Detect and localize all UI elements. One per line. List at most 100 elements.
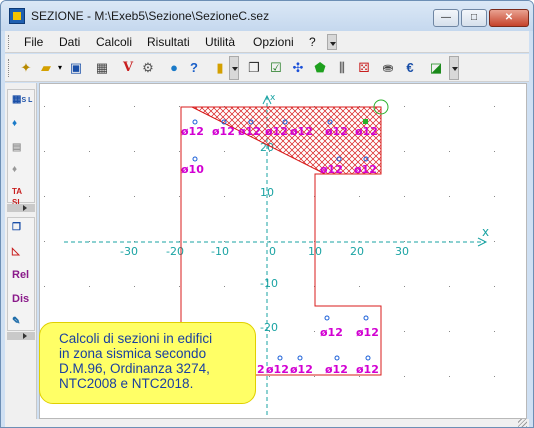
x-tick-neg30: -30 <box>120 245 138 258</box>
x-axis-label: x <box>482 225 489 239</box>
menu-dati-label: Dati <box>59 35 81 49</box>
menu-calcoli-label: Calcoli <box>96 35 133 49</box>
sidebar-group-2: ❐ ◺ Rel Dis ✎ <box>7 217 35 331</box>
resize-grip-icon[interactable] <box>518 419 527 427</box>
ruler-icon[interactable]: ▮ <box>211 59 229 77</box>
sidebar-group-2-expand[interactable] <box>7 332 35 340</box>
grid-dot <box>494 106 495 107</box>
grid-dot <box>449 286 450 287</box>
grid-dot <box>224 196 225 197</box>
euro-icon[interactable]: € <box>401 59 419 77</box>
open-folder-icon[interactable]: ▰ <box>37 59 55 77</box>
grid-dot <box>179 196 180 197</box>
rebar-marker[interactable] <box>192 119 198 125</box>
menu-dati[interactable]: Dati <box>59 35 80 49</box>
menu-utilita-label: Utilità <box>205 35 236 49</box>
rebar-label: ø12 <box>290 363 313 376</box>
close-button[interactable]: ✕ <box>489 9 529 27</box>
rebar-marker[interactable] <box>334 355 340 361</box>
rel-button[interactable]: Rel <box>12 270 34 292</box>
polygon-icon[interactable]: ⬟ <box>311 59 329 77</box>
sheets-icon[interactable]: ❐ <box>12 222 34 244</box>
bucket-icon[interactable]: ◺ <box>12 246 34 268</box>
menu-grip[interactable] <box>8 35 11 49</box>
grid-dot <box>44 196 45 197</box>
bars-icon[interactable]: ⫼ <box>333 59 351 77</box>
minimize-button[interactable]: — <box>433 9 459 27</box>
grid-dot <box>359 196 360 197</box>
dice-icon[interactable]: ⚄ <box>355 59 373 77</box>
globe-icon[interactable]: ● <box>165 59 183 77</box>
grid-dot <box>44 106 45 107</box>
grid-dot <box>179 106 180 107</box>
grid-dot <box>44 286 45 287</box>
save-icon[interactable]: ▣ <box>67 59 85 77</box>
grid-dot <box>224 286 225 287</box>
menu-overflow-button[interactable] <box>327 34 337 50</box>
rebar-label: ø12 <box>181 125 204 138</box>
pin-sl-icon[interactable]: ♦ <box>12 118 34 140</box>
points-icon[interactable]: ✣ <box>289 59 307 77</box>
selected-bar-marker[interactable] <box>363 119 368 124</box>
rebar-marker[interactable] <box>363 315 369 321</box>
calculator-icon[interactable]: ▦ <box>93 59 111 77</box>
menu-file-label: File <box>24 35 44 49</box>
toolbar-overflow-1[interactable] <box>229 56 239 80</box>
rebar-marker[interactable] <box>192 156 198 162</box>
hatched-compression-zone <box>191 106 382 175</box>
menu-help[interactable]: ? <box>309 35 316 49</box>
settings-gear-icon[interactable]: ⚙ <box>139 59 157 77</box>
title-bar[interactable]: SEZIONE - M:\Exeb5\Sezione\SezioneC.sez … <box>1 1 533 31</box>
dis-button[interactable]: Dis <box>12 294 34 316</box>
grid-dot <box>134 286 135 287</box>
grid-dot <box>44 241 45 242</box>
menu-opzioni-label: Opzioni <box>253 35 294 49</box>
grid-dot <box>494 376 495 377</box>
menu-risultati[interactable]: Risultati <box>147 35 190 49</box>
maximize-button[interactable]: □ <box>461 9 487 27</box>
grid-dot <box>179 286 180 287</box>
rebar-marker[interactable] <box>365 355 371 361</box>
grid-dot <box>449 331 450 332</box>
rel-label: Rel <box>12 269 30 281</box>
menu-opzioni[interactable]: Opzioni <box>253 35 294 49</box>
rebar-label: ø12 <box>320 326 343 339</box>
sidebar-group-1-expand[interactable] <box>7 204 35 212</box>
rebar-marker[interactable] <box>277 355 283 361</box>
menu-utilita[interactable]: Utilità <box>205 35 235 49</box>
check-icon[interactable]: ☑ <box>267 59 285 77</box>
v-icon[interactable]: V <box>119 59 137 77</box>
x-tick-20: 20 <box>350 245 364 258</box>
toolbar-grip[interactable] <box>8 59 11 77</box>
rebar-label: ø12 <box>356 326 379 339</box>
help-icon[interactable]: ? <box>185 59 203 77</box>
grid-dot <box>314 376 315 377</box>
menu-calcoli[interactable]: Calcoli <box>96 35 132 49</box>
toolbar-overflow-2[interactable] <box>449 56 459 80</box>
info-text-line: NTC2008 e NTC2018. <box>59 376 194 391</box>
grid-dot <box>449 106 450 107</box>
grid-dot <box>224 241 225 242</box>
grid-dot <box>89 286 90 287</box>
pin-ta-disabled-icon: ♦ <box>12 164 18 175</box>
menu-file[interactable]: File <box>24 35 43 49</box>
x-tick-30: 30 <box>395 245 409 258</box>
grid-dot <box>314 331 315 332</box>
x-tick-0: 0 <box>269 245 276 258</box>
rebar-marker[interactable] <box>324 315 330 321</box>
rebar-marker[interactable] <box>297 355 303 361</box>
paint-icon[interactable]: ◪ <box>427 59 445 77</box>
section-sl-icon[interactable]: ▦S L <box>12 94 34 116</box>
rebar-label: ø12 <box>355 125 378 138</box>
grid-dot <box>134 151 135 152</box>
weight-icon[interactable]: ⛂ <box>379 59 397 77</box>
rebar-label: ø12 <box>325 125 348 138</box>
side-toolbar: ▦S L ♦ ▤ ♦ TA SL ❐ ◺ Rel Dis ✎ <box>5 83 37 419</box>
dropdown-arrow-icon[interactable]: ▾ <box>55 59 65 77</box>
new-doc-icon[interactable]: ✦ <box>17 59 35 77</box>
status-bar <box>5 419 529 427</box>
rebar-label-clipped: 2 <box>257 363 265 376</box>
grid-dot <box>134 106 135 107</box>
windows-icon[interactable]: ❐ <box>245 59 263 77</box>
rebar-label: ø12 <box>325 363 348 376</box>
